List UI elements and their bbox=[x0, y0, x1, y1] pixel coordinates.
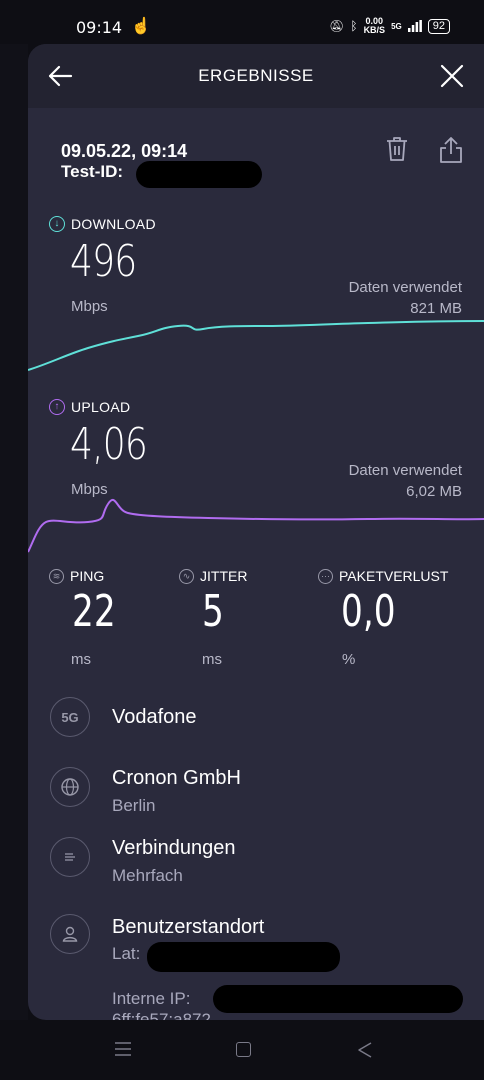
share-icon[interactable] bbox=[438, 136, 464, 164]
server-name: Cronon GmbH bbox=[112, 767, 241, 789]
recent-apps-icon[interactable] bbox=[115, 1042, 131, 1056]
connections-title: Verbindungen bbox=[112, 837, 236, 859]
server-location: Berlin bbox=[112, 796, 156, 815]
close-icon[interactable] bbox=[436, 60, 468, 92]
connections-mode: Mehrfach bbox=[112, 866, 183, 885]
redacted-test-id bbox=[136, 161, 262, 188]
touch-hand-icon: ☝ bbox=[131, 18, 151, 35]
redacted-internal-ip bbox=[213, 985, 463, 1013]
upload-arrow-icon: ↑ bbox=[49, 399, 65, 415]
bluetooth-icon: ᛒ bbox=[350, 19, 358, 33]
internal-ip-label: Interne IP: bbox=[112, 989, 191, 1008]
network-type: 5G bbox=[391, 21, 402, 31]
internal-ip-value: 6ff:fe57:a872 bbox=[112, 1010, 211, 1020]
jitter-value: 5 bbox=[202, 586, 224, 637]
ping-value: 22 bbox=[72, 586, 116, 637]
nav-back-icon[interactable] bbox=[357, 1041, 373, 1059]
ping-unit: ms bbox=[71, 651, 91, 668]
ping-label: PING bbox=[70, 568, 105, 584]
mute-icon: 🔕︎ bbox=[329, 19, 345, 33]
trash-icon[interactable] bbox=[385, 136, 409, 162]
download-data-used: Daten verwendet 821 MB bbox=[349, 277, 462, 319]
user-location-icon bbox=[50, 914, 90, 954]
battery-indicator: 92 bbox=[427, 18, 450, 34]
jitter-unit: ms bbox=[202, 651, 222, 668]
upload-data-used-label: Daten verwendet bbox=[348, 462, 462, 479]
ping-icon: ≋ bbox=[49, 568, 64, 584]
globe-icon bbox=[50, 767, 90, 807]
upload-header: ↑ UPLOAD bbox=[49, 399, 130, 415]
upload-graph bbox=[28, 498, 484, 553]
loss-label: PAKETVERLUST bbox=[339, 568, 449, 584]
download-unit: Mbps bbox=[71, 298, 108, 315]
background-screen bbox=[0, 44, 28, 1020]
results-header: ERGEBNISSE bbox=[28, 44, 484, 108]
page-title: ERGEBNISSE bbox=[198, 66, 314, 85]
download-arrow-icon: ↓ bbox=[49, 216, 65, 232]
loss-value: 0,0 bbox=[341, 586, 396, 637]
location-lat: Lat: bbox=[112, 944, 141, 963]
jitter-header: ∿ JITTER bbox=[179, 568, 247, 584]
loss-unit: % bbox=[342, 651, 356, 668]
download-graph bbox=[28, 320, 484, 371]
network-speed: 0.00 KB/S bbox=[363, 16, 386, 35]
status-icons: 🔕︎ ᛒ 0.00 KB/S 5G 92 bbox=[329, 17, 450, 35]
download-label: DOWNLOAD bbox=[71, 216, 156, 232]
upload-value: 4,06 bbox=[70, 419, 148, 470]
jitter-icon: ∿ bbox=[179, 568, 194, 584]
status-time: 09:14 bbox=[76, 18, 123, 37]
results-sheet: ERGEBNISSE 09.05.22, 09:14 Test-ID: ↓ DO… bbox=[28, 44, 484, 1020]
upload-label: UPLOAD bbox=[71, 399, 131, 415]
jitter-label: JITTER bbox=[200, 568, 248, 584]
test-datetime: 09.05.22, 09:14 bbox=[61, 141, 188, 161]
packet-loss-icon: ⋯ bbox=[318, 568, 333, 584]
download-data-used-label: Daten verwendet bbox=[348, 279, 462, 296]
system-nav-bar bbox=[0, 1020, 484, 1080]
signal-icon bbox=[407, 20, 422, 32]
download-value: 496 bbox=[70, 236, 137, 287]
download-header: ↓ DOWNLOAD bbox=[49, 216, 156, 232]
status-bar: 09:14 ☝ 🔕︎ ᛒ 0.00 KB/S 5G 92 bbox=[0, 0, 484, 44]
loss-header: ⋯ PAKETVERLUST bbox=[318, 568, 448, 584]
test-id-label: Test-ID: bbox=[61, 162, 124, 181]
provider-name: Vodafone bbox=[112, 706, 197, 728]
connections-icon bbox=[50, 837, 90, 877]
location-title: Benutzerstandort bbox=[112, 916, 265, 938]
ping-header: ≋ PING bbox=[49, 568, 104, 584]
home-icon[interactable] bbox=[236, 1042, 251, 1057]
redacted-location bbox=[147, 942, 340, 972]
provider-5g-icon: 5G bbox=[50, 697, 90, 737]
